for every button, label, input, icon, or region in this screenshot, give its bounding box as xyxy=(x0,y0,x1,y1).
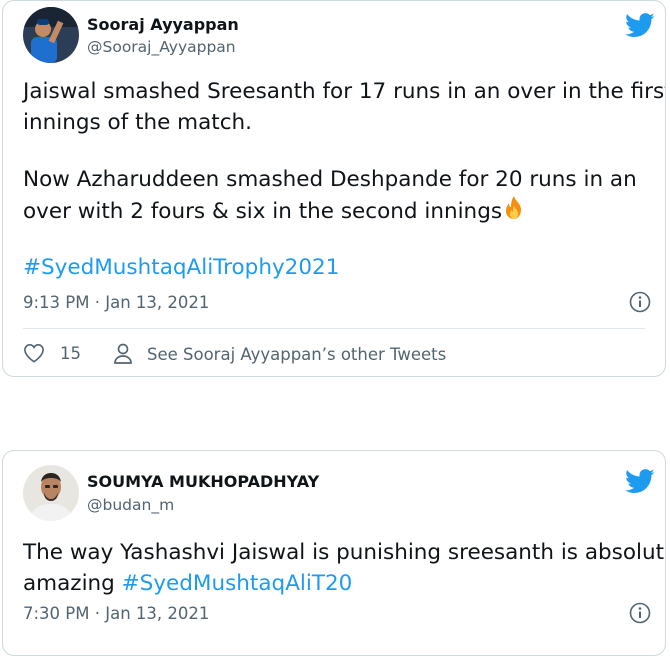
author-handle[interactable]: @budan_m xyxy=(87,496,174,514)
author-name[interactable]: SOUMYA MUKHOPADHYAY xyxy=(87,472,319,491)
other-tweets-label[interactable]: See Sooraj Ayyappan’s other Tweets xyxy=(147,345,446,364)
like-action[interactable]: 15 xyxy=(23,343,81,363)
tweet-card-soumya[interactable]: SOUMYA MUKHOPADHYAY @budan_m The way Yas… xyxy=(2,450,666,656)
divider xyxy=(23,328,645,329)
hashtag-link[interactable]: #SyedMushtaqAliTrophy2021 xyxy=(23,252,339,283)
twitter-bird-icon[interactable] xyxy=(625,469,655,494)
person-icon[interactable] xyxy=(113,343,133,365)
heart-icon[interactable] xyxy=(23,343,45,363)
tweet-text-span: amazing xyxy=(23,571,122,596)
timestamp[interactable]: 9:13 PM · Jan 13, 2021 xyxy=(23,293,209,312)
tweet-text-line: amazing #SyedMushtaqAliT20 xyxy=(23,568,352,599)
other-tweets-link[interactable]: See Sooraj Ayyappan’s other Tweets xyxy=(113,343,446,365)
hashtag-link[interactable]: #SyedMushtaqAliT20 xyxy=(122,571,353,596)
tweet-text-line: innings of the match. xyxy=(23,110,253,135)
tweet-text-line: Jaiswal smashed Sreesanth for 17 runs in… xyxy=(23,79,666,104)
separator-gap xyxy=(0,378,670,448)
info-icon[interactable] xyxy=(629,602,651,624)
tweet-text-line: over with 2 fours & six in the second in… xyxy=(23,195,526,227)
tweet-text-line: The way Yashashvi Jaiswal is punishing s… xyxy=(23,540,666,565)
avatar[interactable] xyxy=(23,7,79,63)
info-icon[interactable] xyxy=(629,291,651,313)
tweet-text-span: over with 2 fours & six in the second in… xyxy=(23,199,503,224)
author-handle[interactable]: @Sooraj_Ayyappan xyxy=(87,38,236,56)
tweet-card-sooraj[interactable]: Sooraj Ayyappan @Sooraj_Ayyappan Jaiswal… xyxy=(2,0,666,377)
avatar[interactable] xyxy=(23,465,79,521)
timestamp[interactable]: 7:30 PM · Jan 13, 2021 xyxy=(23,604,209,623)
twitter-bird-icon[interactable] xyxy=(625,13,655,38)
author-name[interactable]: Sooraj Ayyappan xyxy=(87,15,239,34)
like-count[interactable]: 15 xyxy=(60,344,81,363)
fire-emoji-icon xyxy=(506,196,522,219)
tweet-text-line: Now Azharuddeen smashed Deshpande for 20… xyxy=(23,167,637,192)
